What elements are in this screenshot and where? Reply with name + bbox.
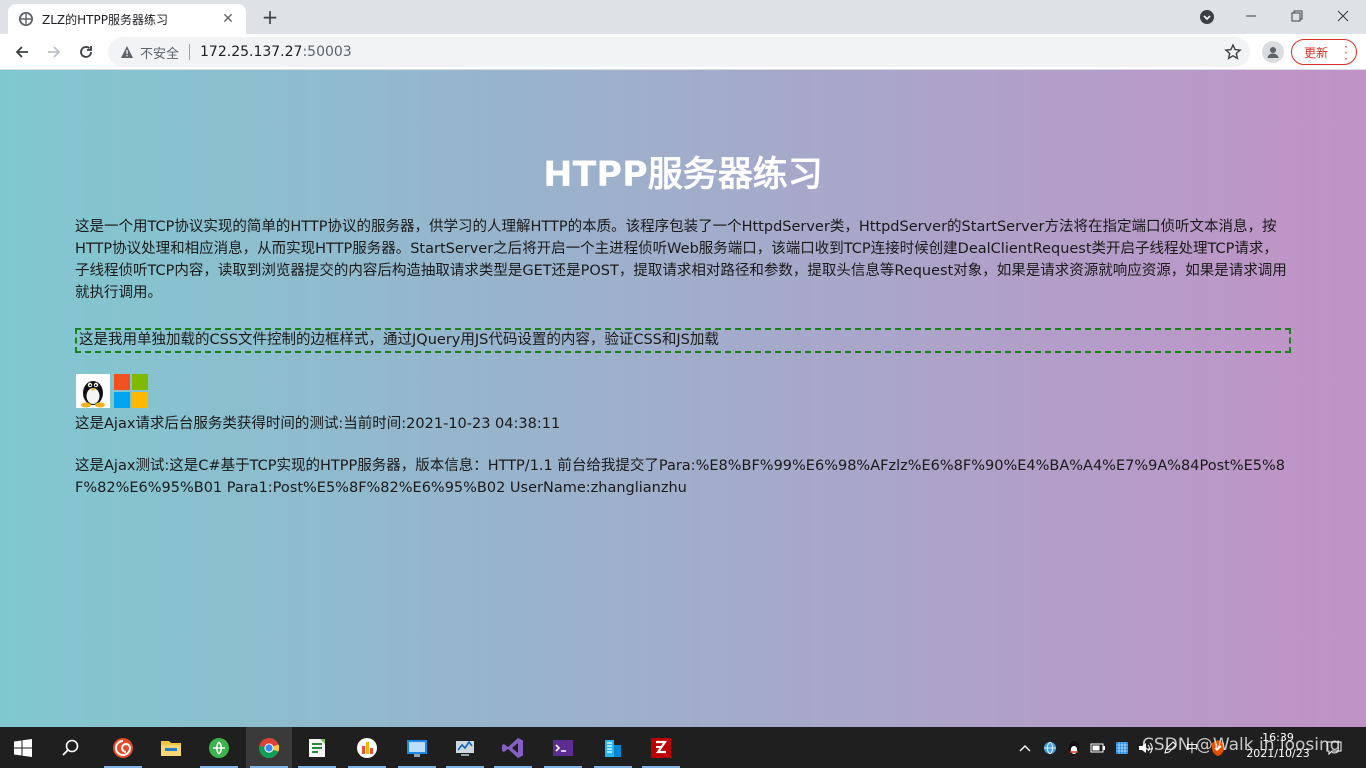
green-circle-app-icon	[209, 737, 229, 758]
update-label: 更新	[1304, 45, 1329, 60]
tray-globe[interactable]	[1040, 727, 1060, 768]
reload-icon	[80, 46, 92, 58]
person-icon	[1267, 47, 1279, 58]
taskbar-visual-studio[interactable]	[490, 727, 536, 768]
taskbar-file-explorer[interactable]	[148, 727, 194, 768]
visual-studio-icon	[502, 737, 523, 758]
network-monitor-icon	[456, 740, 474, 756]
notepad-app-icon	[309, 738, 325, 757]
search-icon	[62, 739, 79, 756]
browser-toolbar: 不安全 172.25.137.27:50003 更新 · · ·	[0, 34, 1366, 70]
arrow-left-icon	[15, 46, 28, 58]
url-text[interactable]: 172.25.137.27:50003	[200, 44, 352, 60]
tray-battery[interactable]	[1088, 727, 1108, 768]
tab-title: ZLZ的HTPP服务器练习	[42, 12, 168, 27]
search-button[interactable]	[48, 727, 94, 768]
chart-app-icon	[357, 737, 377, 758]
taskbar-terminal[interactable]	[540, 727, 586, 768]
qq-penguin-icon	[1069, 740, 1079, 755]
url-host: 172.25.137.27	[200, 44, 303, 60]
omnibox-divider	[189, 44, 191, 60]
back-button[interactable]	[8, 38, 36, 66]
page-viewport: HTPP服务器练习 这是一个用TCP协议实现的简单的HTTP协议的服务器，供学习…	[0, 70, 1366, 727]
reload-button[interactable]	[72, 38, 100, 66]
globe-tray-icon	[1044, 741, 1056, 754]
terminal-icon	[553, 739, 573, 756]
not-secure-label[interactable]: 不安全	[140, 43, 179, 62]
taskbar-app-monitor[interactable]	[394, 727, 440, 768]
filezilla-icon	[651, 737, 671, 758]
profile-button[interactable]	[1262, 41, 1284, 63]
taskbar-app-chart[interactable]	[344, 727, 390, 768]
tray-qq[interactable]	[1064, 727, 1084, 768]
taskbar-app-green[interactable]	[196, 727, 242, 768]
tab-close-icon[interactable]: ✕	[220, 11, 236, 27]
close-icon	[1337, 10, 1349, 22]
url-port: :50003	[302, 44, 352, 60]
intro-paragraph: 这是一个用TCP协议实现的简单的HTTP协议的服务器，供学习的人理解HTTP的本…	[75, 219, 1287, 301]
browser-tab[interactable]: ZLZ的HTPP服务器练习 ✕	[8, 4, 246, 34]
chevron-up-icon	[1019, 744, 1031, 751]
taskbar-filezilla[interactable]	[638, 727, 684, 768]
taskbar-app-notepad[interactable]	[294, 727, 340, 768]
building-app-icon	[605, 739, 621, 757]
more-menu-icon: · · ·	[1344, 40, 1348, 66]
taskbar-chrome[interactable]	[246, 727, 292, 768]
start-button[interactable]	[0, 727, 46, 768]
address-bar[interactable]: 不安全 172.25.137.27:50003	[108, 37, 1250, 67]
tab-strip: ZLZ的HTPP服务器练习 ✕ +	[0, 0, 1366, 34]
ajax-test-text: 这是Ajax测试:这是C#基于TCP实现的HTPP服务器，版本信息：HTTP/1…	[75, 458, 1285, 496]
image-row	[76, 374, 148, 408]
windows-start-icon	[14, 738, 32, 757]
new-tab-button[interactable]: +	[256, 6, 284, 30]
restore-icon	[1291, 10, 1303, 22]
tray-keyboard[interactable]	[1112, 727, 1132, 768]
swirl-app-icon	[113, 737, 133, 758]
taskbar-app-network[interactable]	[442, 727, 488, 768]
warning-icon	[121, 46, 133, 58]
chrome-icon	[258, 737, 280, 758]
battery-icon	[1090, 743, 1105, 752]
minimize-icon	[1246, 15, 1256, 17]
linux-penguin-icon	[76, 374, 110, 408]
ajax-time-text: 这是Ajax请求后台服务类获得时间的测试:当前时间:2021-10-23 04:…	[75, 416, 561, 432]
tray-overflow-button[interactable]	[1016, 727, 1034, 768]
monitor-app-icon	[407, 739, 427, 757]
tab-search-icon[interactable]	[1196, 6, 1218, 28]
taskbar-app-building[interactable]	[590, 727, 636, 768]
css-border-box: 这是我用单独加载的CSS文件控制的边框样式，通过JQuery用JS代码设置的内容…	[75, 328, 1291, 353]
arrow-right-icon	[48, 46, 61, 58]
folder-icon	[161, 740, 181, 756]
forward-button[interactable]	[40, 38, 68, 66]
minimize-button[interactable]	[1228, 0, 1274, 32]
csdn-watermark: CSDN @Walk in loosing	[1142, 735, 1341, 755]
globe-icon	[18, 11, 34, 27]
windows-logo-icon	[114, 374, 148, 408]
window-close-button[interactable]	[1320, 0, 1366, 32]
restore-button[interactable]	[1274, 0, 1320, 32]
bookmark-star-icon[interactable]	[1224, 43, 1242, 61]
page-title: HTPP服务器练习	[543, 155, 823, 195]
grid-tray-icon	[1116, 741, 1128, 754]
update-button[interactable]: 更新 · · ·	[1291, 39, 1357, 65]
taskbar-app-swirl[interactable]	[100, 727, 146, 768]
